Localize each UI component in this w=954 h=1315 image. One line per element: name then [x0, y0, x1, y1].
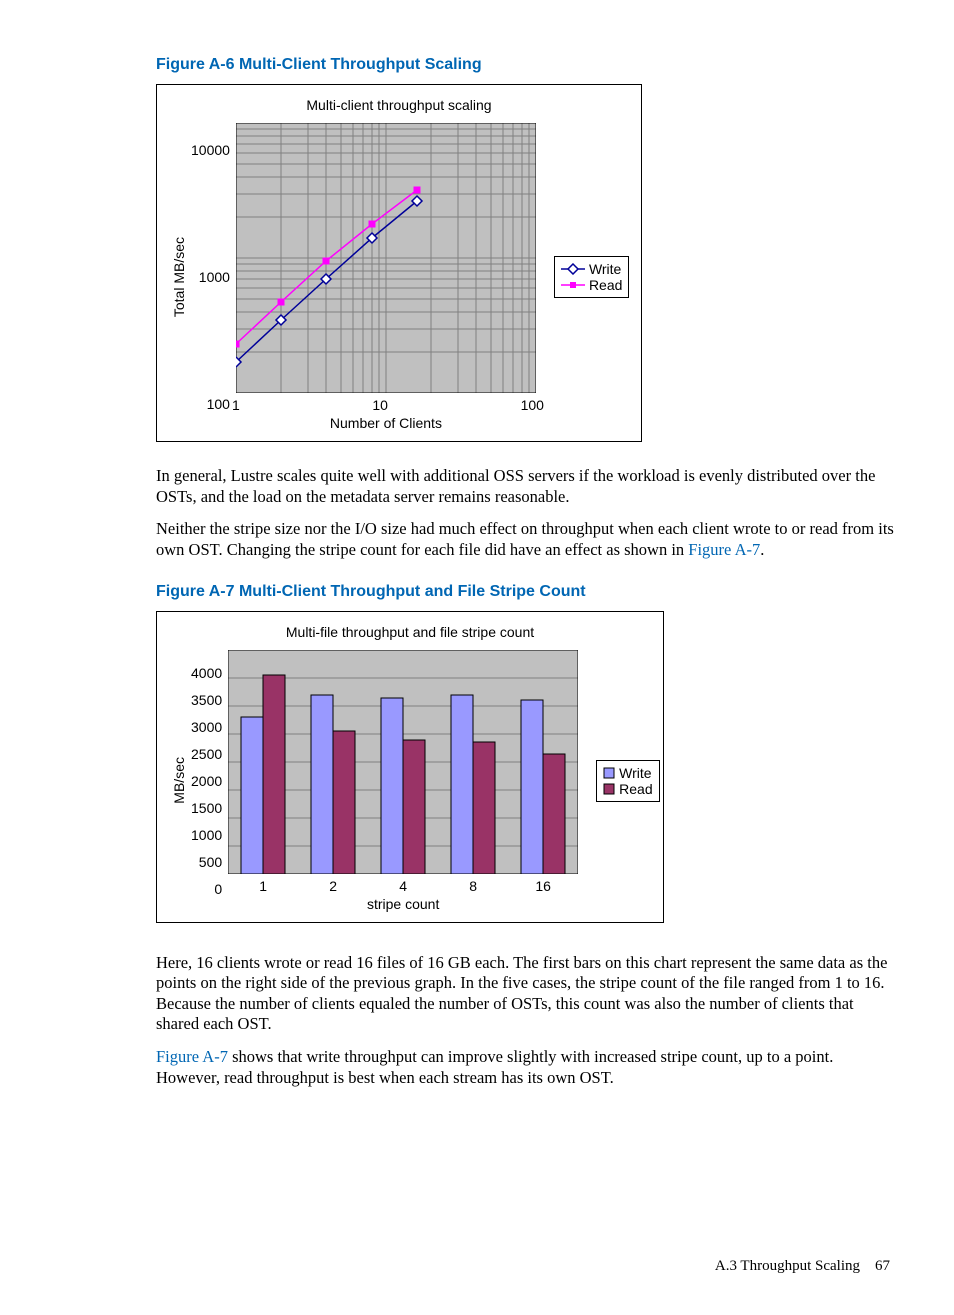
footer-page-number: 67	[875, 1258, 890, 1274]
xtick: 100	[521, 397, 544, 413]
chart-a6-legend: Write Read	[554, 256, 629, 298]
square-marker-icon	[561, 279, 585, 291]
legend-label: Read	[589, 277, 622, 293]
figure-a6-title: Figure A-6 Multi-Client Throughput Scali…	[156, 56, 894, 74]
chart-a7-ylabel: MB/sec	[171, 757, 187, 804]
xtick: 10	[372, 397, 388, 413]
ytick: 3500	[191, 692, 222, 708]
legend-label: Read	[619, 781, 652, 797]
chart-a7-title: Multi-file throughput and file stripe co…	[171, 624, 649, 640]
ytick: 10000	[191, 142, 230, 158]
chart-a7-legend: Write Read	[596, 760, 659, 802]
ytick: 500	[199, 854, 222, 870]
legend-label: Write	[589, 261, 621, 277]
ytick: 1500	[191, 800, 222, 816]
xtick: 1	[232, 397, 240, 413]
figure-a7-title: Figure A-7 Multi-Client Throughput and F…	[156, 583, 894, 601]
ytick: 2000	[191, 773, 222, 789]
xtick: 8	[438, 878, 508, 894]
paragraph: In general, Lustre scales quite well wit…	[156, 466, 894, 507]
paragraph: Here, 16 clients wrote or read 16 files …	[156, 953, 894, 1036]
swatch-icon	[603, 783, 615, 795]
legend-label: Write	[619, 765, 651, 781]
chart-a6-title: Multi-client throughput scaling	[171, 97, 627, 113]
chart-a7: Multi-file throughput and file stripe co…	[156, 611, 664, 923]
ytick: 1000	[199, 269, 230, 285]
chart-a6-ylabel: Total MB/sec	[171, 237, 187, 317]
ytick: 2500	[191, 746, 222, 762]
ytick: 3000	[191, 719, 222, 735]
ytick: 0	[214, 881, 222, 897]
ytick: 4000	[191, 665, 222, 681]
xtick: 4	[368, 878, 438, 894]
page-footer: A.3 Throughput Scaling 67	[156, 1258, 894, 1275]
xtick: 1	[228, 878, 298, 894]
paragraph: Figure A-7 shows that write throughput c…	[156, 1047, 894, 1088]
figure-link[interactable]: Figure A-7	[688, 540, 760, 559]
ytick: 100	[207, 396, 230, 412]
xtick: 2	[298, 878, 368, 894]
swatch-icon	[603, 767, 615, 779]
chart-a6: Multi-client throughput scaling Total MB…	[156, 84, 642, 442]
figure-link[interactable]: Figure A-7	[156, 1047, 228, 1066]
chart-a7-xlabel: stripe count	[367, 896, 439, 912]
chart-a6-xlabel: Number of Clients	[330, 415, 442, 431]
ytick: 1000	[191, 827, 222, 843]
diamond-marker-icon	[561, 263, 585, 275]
chart-a6-plot	[236, 123, 536, 393]
footer-section: A.3 Throughput Scaling	[715, 1258, 860, 1274]
chart-a7-plot	[228, 650, 578, 874]
paragraph: Neither the stripe size nor the I/O size…	[156, 519, 894, 560]
xtick: 16	[508, 878, 578, 894]
